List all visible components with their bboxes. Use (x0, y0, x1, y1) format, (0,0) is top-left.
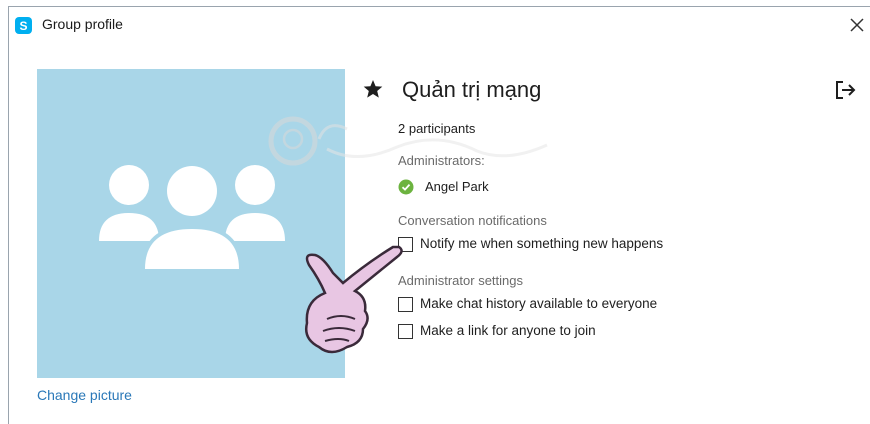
change-picture-link[interactable]: Change picture (37, 387, 132, 403)
leave-group-icon[interactable] (835, 80, 857, 100)
administrator-settings-label: Administrator settings (398, 273, 523, 288)
administrator-name: Angel Park (425, 179, 489, 194)
group-name: Quản trị mạng (402, 77, 542, 102)
pointing-hand-icon (305, 245, 403, 354)
close-icon[interactable] (845, 13, 869, 37)
group-profile-window: S Group profile Change picture Quản trị … (8, 6, 870, 424)
conversation-notifications-label: Conversation notifications (398, 213, 547, 228)
title-bar: S Group profile (9, 7, 870, 43)
online-status-icon (398, 179, 414, 195)
svg-text:S: S (19, 19, 27, 33)
watermark-logo-icon (268, 116, 548, 166)
window-title: Group profile (42, 16, 123, 32)
group-icon (99, 163, 285, 271)
join-link-label: Make a link for anyone to join (420, 323, 596, 338)
skype-logo-icon: S (15, 17, 32, 34)
star-icon[interactable] (363, 79, 383, 99)
notify-label: Notify me when something new happens (420, 236, 664, 251)
chat-history-label: Make chat history available to everyone (420, 296, 658, 311)
